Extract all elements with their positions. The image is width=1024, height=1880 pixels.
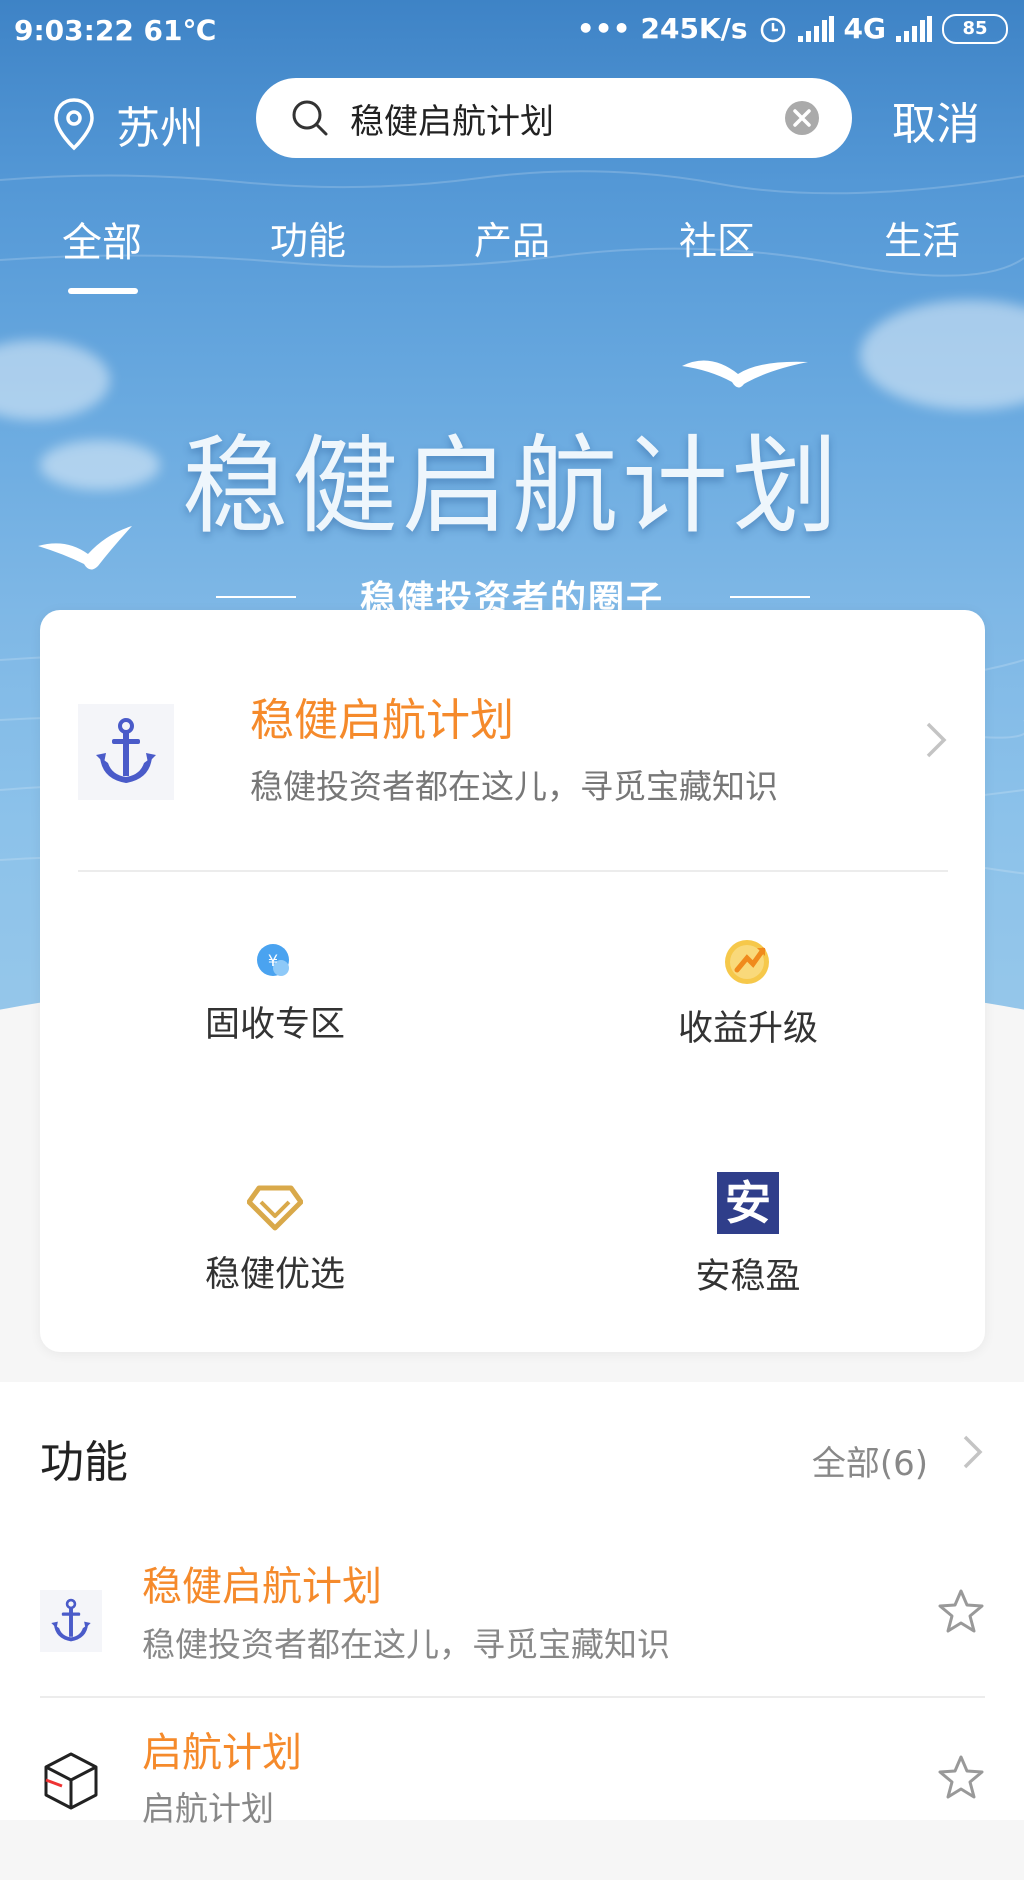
tab-community[interactable]: 社区 bbox=[679, 210, 755, 265]
grid-item-label: 安稳盈 bbox=[695, 1257, 801, 1297]
view-all-link[interactable]: 全部(6) bbox=[812, 1436, 928, 1485]
feature-card-header[interactable]: 稳健启航计划 稳健投资者都在这儿，寻觅宝藏知识 bbox=[78, 670, 948, 810]
seagull-icon bbox=[682, 360, 808, 388]
anchor-tile bbox=[78, 704, 174, 800]
grid-item-fixed-income[interactable]: ¥ 固收专区 bbox=[125, 942, 425, 1047]
list-item-title: 稳健启航计划 bbox=[142, 1564, 382, 1610]
list-item-icon bbox=[40, 1590, 102, 1652]
signal-icon bbox=[797, 15, 834, 42]
network-speed: 245K/s bbox=[640, 12, 748, 45]
star-icon[interactable] bbox=[937, 1754, 985, 1800]
anchor-icon bbox=[51, 1598, 91, 1642]
list-item-title: 启航计划 bbox=[142, 1730, 302, 1776]
diamond-icon bbox=[247, 1185, 303, 1231]
tab-products[interactable]: 产品 bbox=[474, 210, 550, 265]
star-icon[interactable] bbox=[937, 1588, 985, 1634]
status-time-temp: 9:03:22 61℃ bbox=[14, 14, 217, 47]
grid-item-label: 收益升级 bbox=[677, 1009, 818, 1049]
tab-functions[interactable]: 功能 bbox=[270, 210, 346, 265]
an-logo-icon: 安 bbox=[717, 1172, 779, 1234]
growth-coin-icon bbox=[725, 940, 769, 984]
grid-item-an-wen-ying[interactable]: 安 安稳盈 bbox=[598, 1172, 898, 1299]
search-icon bbox=[292, 100, 328, 136]
function-section: 功能 全部(6) 稳健启航计划 稳健投资者都在这儿，寻觅宝藏知识 启航计划 启航… bbox=[0, 1382, 1024, 1828]
list-item-description: 稳健投资者都在这儿，寻觅宝藏知识 bbox=[142, 1625, 670, 1664]
grid-item-stable-select[interactable]: 稳健优选 bbox=[125, 1182, 425, 1297]
grid-item-label: 固收专区 bbox=[204, 1005, 345, 1045]
chevron-right-icon[interactable] bbox=[962, 1434, 984, 1470]
list-divider bbox=[40, 1696, 985, 1698]
active-tab-indicator bbox=[68, 288, 138, 294]
section-title: 功能 bbox=[40, 1437, 128, 1488]
feature-card: 稳健启航计划 稳健投资者都在这儿，寻觅宝藏知识 ¥ 固收专区 收益升级 稳健优选… bbox=[40, 610, 985, 1352]
status-bar: 9:03:22 61℃ ••• 245K/s 4G 85 bbox=[0, 0, 1024, 60]
network-type: 4G bbox=[843, 12, 886, 45]
list-item[interactable]: 稳健启航计划 稳健投资者都在这儿，寻觅宝藏知识 bbox=[40, 1554, 985, 1714]
grid-item-label: 稳健优选 bbox=[204, 1255, 345, 1295]
tab-all[interactable]: 全部 bbox=[62, 210, 142, 268]
grid-item-yield-upgrade[interactable]: 收益升级 bbox=[598, 936, 898, 1051]
yuan-coin-icon: ¥ bbox=[257, 944, 289, 976]
clear-search-icon[interactable] bbox=[784, 100, 820, 136]
search-bar[interactable] bbox=[256, 78, 852, 158]
list-item-description: 启航计划 bbox=[142, 1789, 274, 1828]
category-tabs: 全部 功能 产品 社区 生活 bbox=[0, 210, 1024, 300]
anchor-icon bbox=[96, 718, 156, 783]
location-pin-icon bbox=[54, 98, 94, 151]
battery-indicator: 85 bbox=[942, 13, 1008, 44]
feature-card-title: 稳健启航计划 bbox=[250, 695, 514, 746]
search-input[interactable] bbox=[348, 97, 772, 139]
alarm-icon bbox=[760, 17, 785, 42]
status-icons: ••• 245K/s 4G 85 bbox=[577, 12, 1008, 45]
signal-icon-secondary bbox=[896, 15, 932, 42]
cancel-button[interactable]: 取消 bbox=[892, 88, 980, 152]
svg-text:¥: ¥ bbox=[268, 951, 278, 970]
banner-title: 稳健启航计划 bbox=[182, 425, 842, 548]
more-dots-icon: ••• bbox=[576, 12, 631, 45]
location-selector[interactable]: 苏州 bbox=[52, 92, 204, 156]
cube-icon bbox=[44, 1752, 98, 1810]
list-item[interactable]: 启航计划 启航计划 bbox=[40, 1720, 985, 1880]
tab-life[interactable]: 生活 bbox=[884, 210, 960, 265]
chevron-right-icon bbox=[926, 722, 947, 758]
city-label: 苏州 bbox=[116, 103, 204, 154]
card-divider bbox=[78, 870, 948, 872]
feature-card-description: 稳健投资者都在这儿，寻觅宝藏知识 bbox=[250, 767, 778, 806]
